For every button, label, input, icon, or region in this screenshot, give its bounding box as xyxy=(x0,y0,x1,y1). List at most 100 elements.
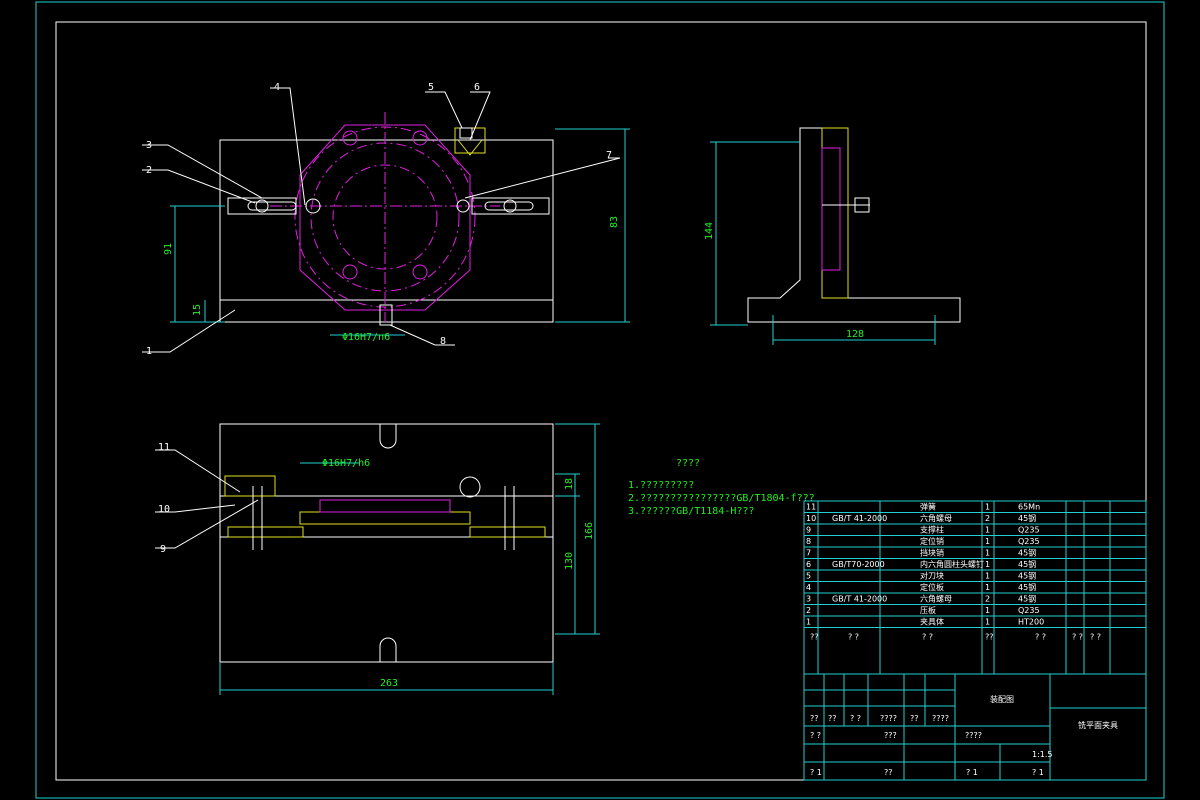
outer-frame xyxy=(35,1,1165,799)
bom-cell-name: 定位销 xyxy=(920,536,944,546)
bom-cell-no: 2 xyxy=(806,606,811,615)
bom-cell-qty: 1 xyxy=(985,572,990,581)
assembly-drawing: 83 91 15 Φ16H7/n6 144 128 263 166 130 18… xyxy=(35,1,1165,799)
dim-side-height: 144 xyxy=(704,222,715,240)
dim-front-center: 91 xyxy=(163,243,174,255)
balloon-5: 5 xyxy=(428,82,434,93)
bom-header-cell: ?? xyxy=(810,633,819,642)
bom-cell-name: 对刀块 xyxy=(920,571,944,581)
bom-cell-mat: 45钢 xyxy=(1018,548,1036,558)
bom-cell-mat: 45钢 xyxy=(1018,571,1036,581)
title-cell-r5-2: ?? xyxy=(884,768,893,777)
bom-cell-name: 定位板 xyxy=(920,582,944,592)
bom-cell-qty: 1 xyxy=(985,606,990,615)
dim-top-fit: Φ16H7/h6 xyxy=(322,458,370,469)
bom-cell-name: 压板 xyxy=(920,605,936,615)
balloon-1: 1 xyxy=(146,346,152,357)
bom-cell-no: 3 xyxy=(806,595,811,604)
note-line-3: 3.??????GB/T1184-H??? xyxy=(628,506,754,517)
bom-cell-mat: 65Mn xyxy=(1018,503,1040,512)
title-drawing-type: 装配图 xyxy=(990,694,1014,704)
dim-front-base: 15 xyxy=(192,304,203,316)
bom-cell-std: GB/T 41-2000 xyxy=(832,595,887,604)
title-scale: 1:1.5 xyxy=(1032,750,1053,759)
bom-cell-no: 8 xyxy=(806,537,811,546)
bom-cell-std: GB/T 41-2000 xyxy=(832,514,887,523)
title-cell-r5-1: ? 1 xyxy=(810,768,822,777)
side-view xyxy=(710,127,961,345)
bom-header-cell: ? ? xyxy=(1090,633,1101,642)
dim-side-width: 128 xyxy=(846,329,864,340)
balloon-9: 9 xyxy=(160,544,166,555)
title-cell-r3-1: ???? xyxy=(965,731,982,740)
title-cell-r2-1: ? ? xyxy=(810,731,821,740)
balloon-3: 3 xyxy=(146,140,152,151)
bom-cell-qty: 2 xyxy=(985,595,990,604)
bom-cell-no: 11 xyxy=(806,503,816,512)
title-cell-r2-2: ??? xyxy=(884,731,897,740)
bom-cell-no: 5 xyxy=(806,572,811,581)
bom-cell-mat: Q235 xyxy=(1018,606,1040,615)
title-cell-r1-5: ?? xyxy=(910,714,919,723)
bom-cell-no: 6 xyxy=(806,560,811,569)
bom-cell-qty: 2 xyxy=(985,514,990,523)
title-cell-r4-1: ? 1 xyxy=(966,768,978,777)
bom-cell-qty: 1 xyxy=(985,618,990,627)
bom-header-cell: ? ? xyxy=(922,633,933,642)
title-cell-r1-4: ???? xyxy=(880,714,897,723)
dim-front-height: 83 xyxy=(609,216,620,228)
dim-top-width: 263 xyxy=(380,678,398,689)
bom-cell-mat: Q235 xyxy=(1018,537,1040,546)
note-line-1: 1.????????? xyxy=(628,480,694,491)
bom-cell-qty: 1 xyxy=(985,560,990,569)
bom-header-cell: ? ? xyxy=(1072,633,1083,642)
bom-cell-std: GB/T70-2000 xyxy=(832,560,885,569)
bom-cell-name: 内六角圆柱头螺钉 xyxy=(920,559,984,569)
bom-cell-no: 9 xyxy=(806,526,811,535)
bom-table xyxy=(803,500,1147,675)
balloon-11: 11 xyxy=(158,442,170,453)
balloon-7: 7 xyxy=(606,150,612,161)
top-view xyxy=(219,423,600,695)
bom-header-cell: ? ? xyxy=(1035,633,1046,642)
bom-cell-name: 夹具体 xyxy=(920,617,944,627)
balloon-10: 10 xyxy=(158,504,170,515)
notes-title: ???? xyxy=(676,458,700,469)
balloon-2: 2 xyxy=(146,165,152,176)
balloon-leaders xyxy=(142,87,621,549)
bom-cell-name: 六角螺母 xyxy=(920,513,952,523)
bom-cell-qty: 1 xyxy=(985,583,990,592)
dim-front-bottom: Φ16H7/n6 xyxy=(342,332,390,343)
bom-cell-mat: HT200 xyxy=(1018,618,1044,627)
title-cell-r4-2: ? 1 xyxy=(1032,768,1044,777)
bom-cell-qty: 1 xyxy=(985,549,990,558)
bom-cell-no: 4 xyxy=(806,583,811,592)
dim-top-height: 166 xyxy=(584,522,595,540)
bom-cell-no: 7 xyxy=(806,549,811,558)
bom-cell-qty: 1 xyxy=(985,503,990,512)
bom-cell-qty: 1 xyxy=(985,537,990,546)
title-part-name: 铣平面夹具 xyxy=(1078,720,1118,730)
front-view xyxy=(170,112,630,336)
bom-header-cell: ?? xyxy=(985,633,994,642)
bom-header-cell: ? ? xyxy=(848,633,859,642)
dim-top-small: 18 xyxy=(564,478,575,490)
bom-cell-name: 挡块销 xyxy=(920,548,944,558)
bom-cell-no: 10 xyxy=(806,514,816,523)
bom-cell-mat: 45钢 xyxy=(1018,582,1036,592)
bom-cell-mat: 45钢 xyxy=(1018,594,1036,604)
bom-cell-name: 弹簧 xyxy=(920,502,936,512)
dim-top-inner: 130 xyxy=(564,552,575,570)
title-cell-r1-2: ?? xyxy=(828,714,837,723)
bom-cell-name: 六角螺母 xyxy=(920,594,952,604)
balloon-4: 4 xyxy=(274,82,280,93)
bom-cell-mat: 45钢 xyxy=(1018,559,1036,569)
balloon-6: 6 xyxy=(474,82,480,93)
bom-cell-no: 1 xyxy=(806,618,811,627)
note-line-2: 2.????????????????GB/T1804-f??? xyxy=(628,493,815,504)
title-cell-r1-1: ?? xyxy=(810,714,819,723)
bom-cell-qty: 1 xyxy=(985,526,990,535)
title-cell-r1-6: ???? xyxy=(932,714,949,723)
bom-cell-name: 支撑柱 xyxy=(920,525,944,535)
bom-cell-mat: Q235 xyxy=(1018,526,1040,535)
